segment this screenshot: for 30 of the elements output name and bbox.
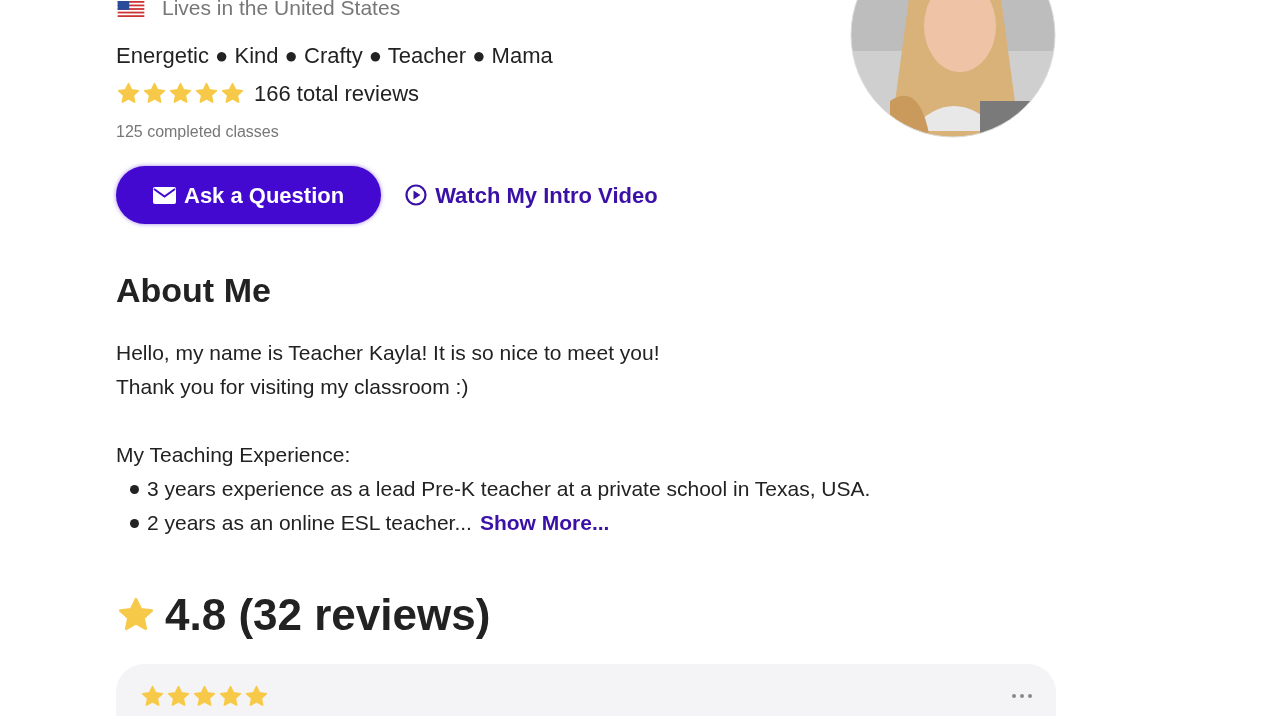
paragraph-text: My Teaching Experience: <box>116 442 352 468</box>
star-icon <box>116 81 141 106</box>
star-icon <box>168 81 193 106</box>
envelope-icon <box>153 186 176 204</box>
list-item-text: 2 years as an online ESL teacher... <box>147 510 472 536</box>
bullet-icon <box>130 518 139 528</box>
traits-text: Energetic ● Kind ● Crafty ● Teacher ● Mama <box>116 43 554 69</box>
star-icon <box>220 81 245 106</box>
star-icon <box>166 684 191 709</box>
flag-icon <box>116 1 146 17</box>
list-item-text: 3 years experience as a lead Pre-K teacher at a private school in Texas, USA. <box>147 476 871 502</box>
location-text: Lives in the United States <box>162 0 401 17</box>
paragraph-text: Thank you for visiting my classroom :) <box>116 374 470 400</box>
star-icon <box>194 81 219 106</box>
star-icon <box>244 684 269 709</box>
ask-question-button[interactable]: Ask a Question <box>116 166 382 224</box>
star-icon <box>140 684 165 709</box>
review-count: 166 total reviews <box>254 80 420 108</box>
paragraph-text: Hello, my name is Teacher Kayla! It is so nice to meet you! <box>116 340 661 366</box>
play-icon <box>405 184 428 206</box>
intro-video-link[interactable]: Watch My Intro Video <box>405 178 658 212</box>
reviews-heading: 4.8 (32 reviews) <box>165 590 491 640</box>
bullet-icon <box>130 484 139 494</box>
more-options-button[interactable] <box>1012 694 1032 698</box>
show-more-link[interactable]: Show More... <box>479 506 610 540</box>
completed-classes: 125 completed classes <box>116 122 280 142</box>
star-icon <box>192 684 217 709</box>
section-heading: About Me <box>116 270 272 310</box>
star-icon <box>218 684 243 709</box>
star-icon <box>142 81 167 106</box>
